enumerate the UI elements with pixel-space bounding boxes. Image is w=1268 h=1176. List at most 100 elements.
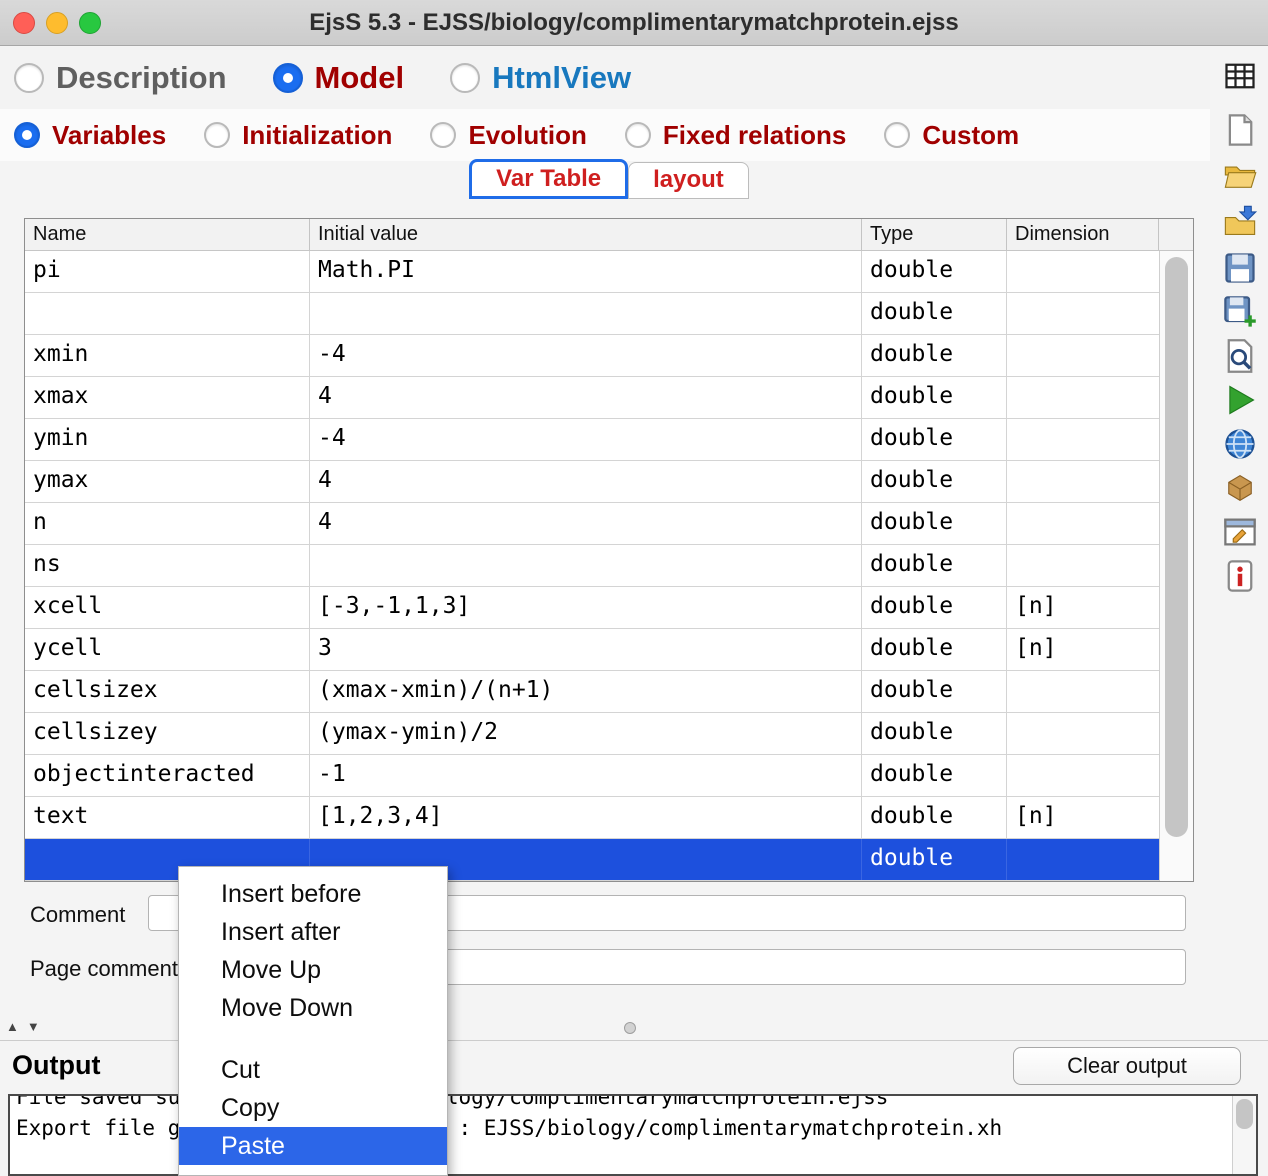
table-cell-type[interactable]: double [862,839,1007,880]
splitter-collapse-arrows[interactable]: ▲▼ [6,1019,48,1034]
table-cell-type[interactable]: double [862,503,1007,544]
table-cell-type[interactable]: double [862,419,1007,460]
table-scrollbar[interactable] [1159,251,1193,881]
menu-item-insert-after[interactable]: Insert after [179,913,447,951]
table-row[interactable]: xmin -4 double [25,335,1159,377]
table-cell-dimension[interactable] [1007,461,1159,502]
table-cell-name[interactable]: ymax [25,461,310,502]
table-row[interactable]: cellsizex (xmax-xmin)/(n+1) double [25,671,1159,713]
table-icon[interactable] [1222,58,1262,98]
table-cell-value[interactable]: 4 [310,461,862,502]
menu-item-move-up[interactable]: Move Up [179,951,447,989]
table-cell-dimension[interactable]: [n] [1007,587,1159,628]
table-cell-type[interactable]: double [862,797,1007,838]
table-row[interactable]: text [1,2,3,4] double [n] [25,797,1159,839]
scrollbar-thumb[interactable] [1165,257,1188,837]
table-cell-name[interactable]: ymin [25,419,310,460]
table-cell-type[interactable]: double [862,629,1007,670]
table-row[interactable]: n 4 double [25,503,1159,545]
table-cell-value[interactable] [310,293,862,334]
table-cell-name[interactable]: objectinteracted [25,755,310,796]
table-cell-dimension[interactable] [1007,545,1159,586]
table-cell-value[interactable]: -4 [310,335,862,376]
new-file-icon[interactable] [1222,112,1262,152]
table-cell-value[interactable]: -4 [310,419,862,460]
table-cell-type[interactable]: double [862,461,1007,502]
table-cell-type[interactable]: double [862,251,1007,292]
table-cell-name[interactable]: ycell [25,629,310,670]
preview-icon[interactable] [1222,338,1262,378]
column-header-name[interactable]: Name [25,219,310,250]
table-cell-type[interactable]: double [862,587,1007,628]
table-row[interactable]: ns double [25,545,1159,587]
table-cell-dimension[interactable] [1007,377,1159,418]
table-cell-type[interactable]: double [862,755,1007,796]
table-cell-name[interactable]: xmin [25,335,310,376]
table-cell-name[interactable]: text [25,797,310,838]
table-cell-type[interactable]: double [862,293,1007,334]
radio-button[interactable] [14,63,44,93]
table-row[interactable]: pi Math.PI double [25,251,1159,293]
table-cell-dimension[interactable]: [n] [1007,797,1159,838]
table-cell-name[interactable]: n [25,503,310,544]
tab-fixed-relations[interactable]: Fixed relations [624,120,846,151]
table-cell-value[interactable]: [1,2,3,4] [310,797,862,838]
table-cell-type[interactable]: double [862,671,1007,712]
table-row[interactable]: ymax 4 double [25,461,1159,503]
column-header-type[interactable]: Type [862,219,1007,250]
table-cell-value[interactable]: 3 [310,629,862,670]
column-header-initial-value[interactable]: Initial value [310,219,862,250]
splitter-handle[interactable] [624,1022,636,1034]
tab-variables[interactable]: Variables [14,120,166,151]
table-cell-dimension[interactable] [1007,335,1159,376]
import-folder-icon[interactable] [1222,204,1262,244]
table-cell-name[interactable]: xmax [25,377,310,418]
tab-model[interactable]: Model [272,60,404,96]
table-cell-value[interactable] [310,545,862,586]
table-cell-value[interactable]: (ymax-ymin)/2 [310,713,862,754]
page-tab-layout[interactable]: layout [628,162,749,199]
menu-item-move-down[interactable]: Move Down [179,989,447,1027]
table-cell-name[interactable] [25,293,310,334]
save-as-icon[interactable] [1222,294,1262,334]
table-cell-type[interactable]: double [862,713,1007,754]
table-row[interactable]: double [25,293,1159,335]
table-cell-value[interactable]: 4 [310,377,862,418]
table-cell-value[interactable]: -1 [310,755,862,796]
table-row[interactable]: xcell [-3,-1,1,3] double [n] [25,587,1159,629]
package-icon[interactable] [1222,470,1262,510]
table-cell-dimension[interactable] [1007,755,1159,796]
column-header-dimension[interactable]: Dimension [1007,219,1159,250]
table-cell-value[interactable]: [-3,-1,1,3] [310,587,862,628]
table-cell-dimension[interactable] [1007,293,1159,334]
table-cell-dimension[interactable] [1007,713,1159,754]
console-scrollbar[interactable] [1232,1096,1256,1174]
info-icon[interactable] [1222,558,1262,598]
table-cell-value[interactable]: Math.PI [310,251,862,292]
table-cell-name[interactable]: xcell [25,587,310,628]
radio-button[interactable] [624,122,651,148]
table-cell-type[interactable]: double [862,335,1007,376]
menu-item-insert-before[interactable]: Insert before [179,875,447,913]
table-row[interactable]: xmax 4 double [25,377,1159,419]
radio-button[interactable] [430,122,457,148]
table-cell-value[interactable]: (xmax-xmin)/(n+1) [310,671,862,712]
table-cell-dimension[interactable] [1007,419,1159,460]
radio-button[interactable] [204,122,231,148]
table-cell-dimension[interactable] [1007,671,1159,712]
open-folder-icon[interactable] [1222,158,1262,198]
options-icon[interactable] [1222,514,1262,554]
table-cell-dimension[interactable] [1007,839,1159,880]
table-cell-name[interactable]: ns [25,545,310,586]
table-cell-type[interactable]: double [862,545,1007,586]
menu-item-copy[interactable]: Copy [179,1089,447,1127]
table-cell-dimension[interactable]: [n] [1007,629,1159,670]
menu-item-paste[interactable]: Paste [179,1127,447,1165]
save-icon[interactable] [1222,250,1262,290]
table-row[interactable]: ycell 3 double [n] [25,629,1159,671]
page-tab-var-table[interactable]: Var Table [469,159,629,199]
globe-icon[interactable] [1222,426,1262,466]
table-row[interactable]: cellsizey (ymax-ymin)/2 double [25,713,1159,755]
radio-button[interactable] [14,122,40,148]
clear-output-button[interactable]: Clear output [1013,1047,1241,1085]
